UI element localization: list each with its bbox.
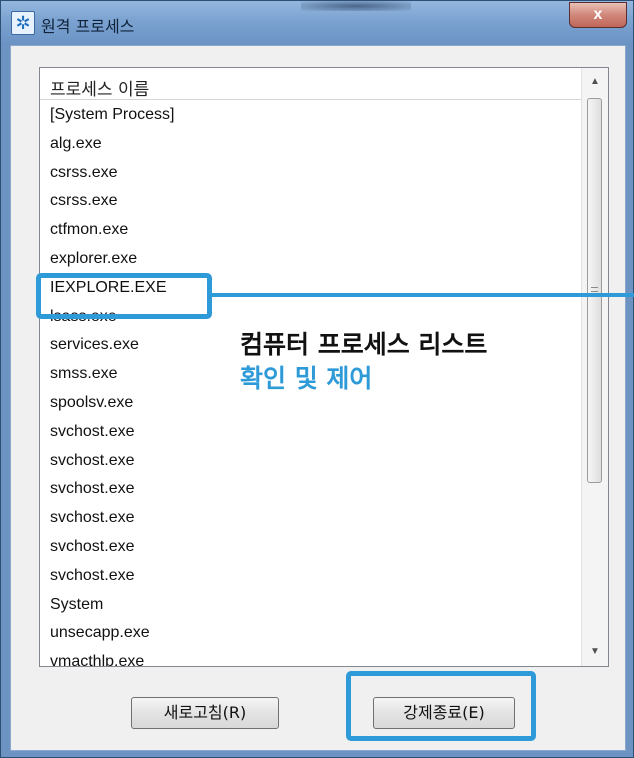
dialog-client-area: 프로세스 이름 [System Process] alg.exe csrss.e… bbox=[10, 45, 626, 751]
list-item[interactable]: svchost.exe bbox=[40, 447, 582, 476]
vertical-scrollbar[interactable]: ▲ ▼ bbox=[581, 68, 608, 666]
scroll-up-arrow-icon[interactable]: ▲ bbox=[582, 71, 608, 93]
close-button[interactable]: x bbox=[569, 2, 627, 28]
list-item[interactable]: System bbox=[40, 591, 582, 620]
list-item[interactable]: [System Process] bbox=[40, 101, 582, 130]
refresh-button[interactable]: 새로고침(R) bbox=[131, 697, 279, 729]
list-item[interactable]: svchost.exe bbox=[40, 475, 582, 504]
annotation-line2: 확인 및 제어 bbox=[240, 364, 373, 393]
list-item[interactable]: vmacthlp.exe bbox=[40, 648, 582, 666]
window-title: 원격 프로세스 bbox=[41, 17, 135, 36]
scrollbar-thumb[interactable] bbox=[587, 98, 602, 483]
scroll-down-arrow-icon[interactable]: ▼ bbox=[582, 641, 608, 663]
list-item[interactable]: csrss.exe bbox=[40, 187, 582, 216]
list-item[interactable]: ctfmon.exe bbox=[40, 216, 582, 245]
highlight-box-kill-button bbox=[346, 671, 536, 741]
column-header-label: 프로세스 이름 bbox=[50, 80, 150, 100]
annotation-line1: 컴퓨터 프로세스 리스트 bbox=[240, 330, 488, 359]
list-item[interactable]: svchost.exe bbox=[40, 533, 582, 562]
app-icon: ✲ bbox=[11, 11, 35, 35]
list-item[interactable]: alg.exe bbox=[40, 130, 582, 159]
list-item[interactable]: explorer.exe bbox=[40, 245, 582, 274]
title-bar[interactable]: ✲ 원격 프로세스 x bbox=[1, 1, 633, 45]
list-item[interactable]: unsecapp.exe bbox=[40, 619, 582, 648]
list-item[interactable]: svchost.exe bbox=[40, 562, 582, 591]
list-item[interactable]: svchost.exe bbox=[40, 418, 582, 447]
callout-line bbox=[212, 293, 634, 297]
list-item[interactable]: csrss.exe bbox=[40, 159, 582, 188]
callout-annotation: 컴퓨터 프로세스 리스트 확인 및 제어 bbox=[236, 328, 494, 398]
column-header[interactable]: 프로세스 이름 bbox=[40, 68, 582, 100]
list-item[interactable]: svchost.exe bbox=[40, 504, 582, 533]
title-glow bbox=[301, 1, 411, 11]
highlight-box-process bbox=[36, 273, 212, 319]
